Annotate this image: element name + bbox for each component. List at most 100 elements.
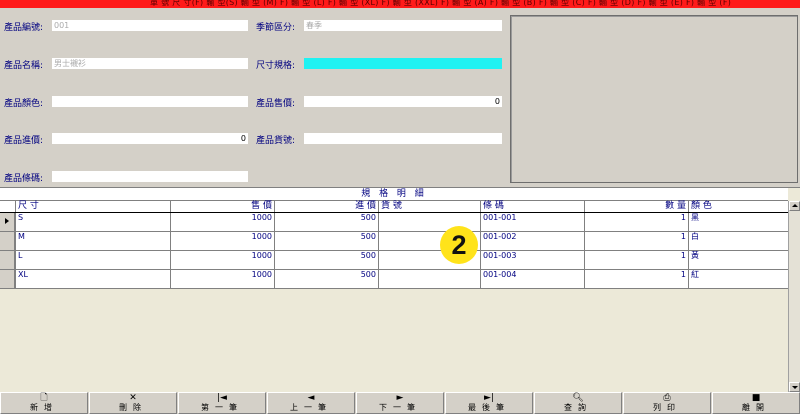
cell-color[interactable]: 黑 [688,213,788,232]
next-record-label: 下一筆 [379,403,421,412]
step-number-badge: 2 [440,226,478,264]
cell-price[interactable]: 1000 [170,232,274,251]
last-record-icon: ►| [484,393,494,403]
grid-vertical-scrollbar[interactable] [788,201,800,393]
cell-color[interactable]: 白 [688,232,788,251]
sale-price-label: 產品售價: [256,99,296,109]
cell-qty[interactable]: 1 [584,232,688,251]
print-button-label: 列印 [653,403,681,412]
cell-qty[interactable]: 1 [584,251,688,270]
exit-button-label: 離開 [742,403,770,412]
first-record-label: 第一筆 [201,403,243,412]
prev-record-label: 上一筆 [290,403,332,412]
exit-button[interactable]: ■ 離開 [712,392,800,414]
first-record-button[interactable]: |◄ 第一筆 [178,392,266,414]
exit-save-icon: ■ [751,393,761,403]
arrow-up-icon [792,204,798,207]
cell-qty[interactable]: 1 [584,270,688,289]
goods-no-field[interactable] [304,133,502,144]
scroll-up-button[interactable] [789,201,800,211]
cell-color[interactable]: 黃 [688,251,788,270]
header-indicator [0,201,15,212]
color-field[interactable] [52,96,248,107]
table-row[interactable]: M 1000 500 001-002 1 白 [0,232,788,251]
cell-size[interactable]: M [15,232,170,251]
delete-x-icon: ✕ [129,393,137,403]
print-button[interactable]: ⎙ 列印 [623,392,711,414]
header-cost[interactable]: 進 價 [274,201,378,212]
header-qty[interactable]: 數 量 [584,201,688,212]
last-record-label: 最後筆 [468,403,510,412]
row-indicator[interactable] [0,232,15,251]
last-record-button[interactable]: ►| 最後筆 [445,392,533,414]
header-goods[interactable]: 貨 號 [378,201,480,212]
new-page-icon: 🗋 [40,393,48,403]
top-banner: 單 號 尺 寸(F) 輸 型(S) 輸 型 (M) F) 輸 型 (L) F) … [0,0,800,8]
row-current-indicator[interactable] [0,213,15,232]
barcode-field[interactable] [52,171,248,182]
color-label: 產品顏色: [4,99,44,109]
cell-barcode[interactable]: 001-002 [480,232,584,251]
scroll-down-button[interactable] [789,382,800,392]
cell-size[interactable]: XL [15,270,170,289]
add-button[interactable]: 🗋 新增 [0,392,88,414]
season-label: 季節區分: [256,23,296,33]
cell-barcode[interactable]: 001-004 [480,270,584,289]
product-name-field[interactable]: 男士襯衫 [52,58,248,69]
grid-header: 尺 寸 售 價 進 價 貨 號 條 碼 數 量 顏 色 [0,201,788,213]
cell-barcode[interactable]: 001-003 [480,251,584,270]
table-row[interactable]: S 1000 500 001-001 1 黑 [0,213,788,232]
cell-color[interactable]: 紅 [688,270,788,289]
query-button[interactable]: 🔍︎ 查詢 [534,392,622,414]
current-row-arrow-icon [5,218,9,224]
season-field[interactable]: 春季 [304,20,502,31]
row-indicator[interactable] [0,251,15,270]
size-spec-label: 尺寸規格: [256,61,296,71]
goods-no-label: 產品貨號: [256,136,296,146]
size-spec-field[interactable] [304,58,502,69]
header-price[interactable]: 售 價 [170,201,274,212]
cell-price[interactable]: 1000 [170,251,274,270]
table-row[interactable]: XL 1000 500 001-004 1 紅 [0,270,788,289]
product-image-panel[interactable] [510,15,798,183]
table-row[interactable]: L 1000 500 001-003 1 黃 [0,251,788,270]
cell-cost[interactable]: 500 [274,251,378,270]
product-no-label: 產品編號: [4,23,44,33]
query-button-label: 查詢 [564,403,592,412]
product-no-field[interactable]: 001 [52,20,248,31]
first-record-icon: |◄ [217,393,227,403]
cost-price-field[interactable]: 0 [52,133,248,144]
prev-record-icon: ◄ [307,393,315,403]
delete-button-label: 刪除 [119,403,147,412]
cell-goods[interactable] [378,270,480,289]
row-indicator[interactable] [0,270,15,289]
arrow-down-icon [792,386,798,389]
header-size[interactable]: 尺 寸 [15,201,170,212]
next-record-icon: ► [396,393,404,403]
barcode-label: 產品條碼: [4,174,44,184]
cell-size[interactable]: S [15,213,170,232]
cell-price[interactable]: 1000 [170,270,274,289]
next-record-button[interactable]: ► 下一筆 [356,392,444,414]
cell-price[interactable]: 1000 [170,213,274,232]
cell-cost[interactable]: 500 [274,213,378,232]
bottom-toolbar: 🗋 新增 ✕ 刪除 |◄ 第一筆 ◄ 上一筆 ► 下一筆 ►| 最後筆 🔍︎ 查… [0,392,800,414]
header-barcode[interactable]: 條 碼 [480,201,584,212]
cell-barcode[interactable]: 001-001 [480,213,584,232]
grid-title: 規 格 明 細 [0,188,788,201]
cell-cost[interactable]: 500 [274,232,378,251]
cell-qty[interactable]: 1 [584,213,688,232]
delete-button[interactable]: ✕ 刪除 [89,392,177,414]
product-name-label: 產品名稱: [4,61,44,71]
add-button-label: 新增 [30,403,58,412]
cost-price-label: 產品進價: [4,136,44,146]
top-banner-text: 單 號 尺 寸(F) 輸 型(S) 輸 型 (M) F) 輸 型 (L) F) … [150,0,732,7]
printer-icon: ⎙ [663,393,671,403]
query-magnifier-icon: 🔍︎ [572,393,584,403]
prev-record-button[interactable]: ◄ 上一筆 [267,392,355,414]
sale-price-field[interactable]: 0 [304,96,502,107]
header-color[interactable]: 顏 色 [688,201,788,212]
cell-size[interactable]: L [15,251,170,270]
cell-cost[interactable]: 500 [274,270,378,289]
spec-detail-grid: 規 格 明 細 尺 寸 售 價 進 價 貨 號 條 碼 數 量 顏 色 S 10… [0,187,800,393]
